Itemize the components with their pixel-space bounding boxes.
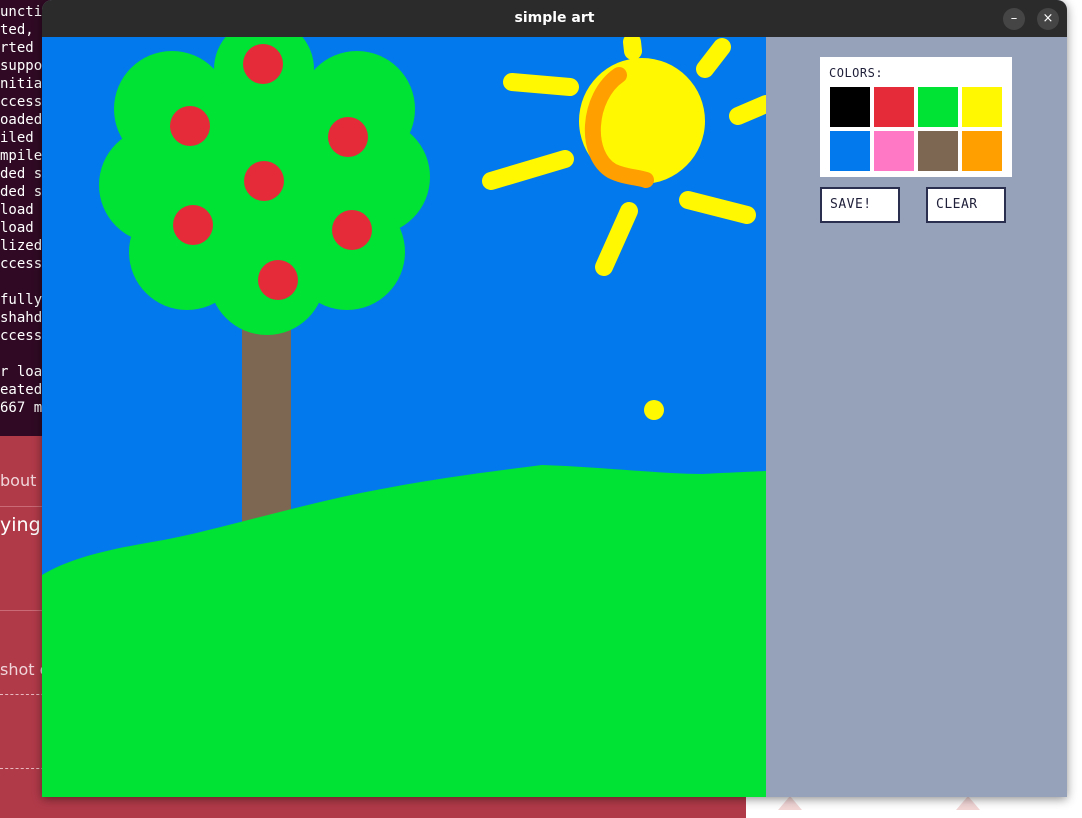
sun-ray	[503, 73, 579, 96]
window-title: simple art	[514, 10, 595, 26]
apple	[170, 106, 210, 146]
tool-panel: COLORS: SAVE! CLEAR	[766, 37, 1067, 797]
sun-ray	[623, 37, 642, 60]
tree-trunk	[242, 307, 291, 537]
clear-button-label: CLEAR	[936, 197, 978, 212]
minimize-button[interactable]: –	[1003, 8, 1025, 30]
colors-label: COLORS:	[829, 66, 884, 80]
color-swatch-brown[interactable]	[918, 131, 958, 171]
minimize-icon: –	[1010, 11, 1018, 26]
save-button-label: SAVE!	[830, 197, 872, 212]
app-window: simple art – × COLORS: SAVE! CLEAR	[42, 0, 1067, 797]
color-swatch-black[interactable]	[830, 87, 870, 127]
apple	[244, 161, 284, 201]
color-swatch-yellow[interactable]	[962, 87, 1002, 127]
color-swatch-red[interactable]	[874, 87, 914, 127]
background-shape	[956, 796, 980, 810]
apple	[173, 205, 213, 245]
apple	[332, 210, 372, 250]
color-swatch-orange[interactable]	[962, 131, 1002, 171]
title-bar[interactable]: simple art – ×	[42, 0, 1067, 37]
color-swatch-green[interactable]	[918, 87, 958, 127]
background-shape	[778, 796, 802, 810]
apple	[258, 260, 298, 300]
close-button[interactable]: ×	[1037, 8, 1059, 30]
drawing-canvas[interactable]	[42, 37, 766, 797]
paint-dot	[644, 400, 664, 420]
color-palette: COLORS:	[820, 57, 1012, 177]
clear-button[interactable]: CLEAR	[926, 187, 1006, 223]
apple	[328, 117, 368, 157]
background-about-text: bout	[0, 471, 37, 490]
save-button[interactable]: SAVE!	[820, 187, 900, 223]
close-icon: ×	[1042, 11, 1054, 26]
apple	[243, 44, 283, 84]
color-swatch-blue[interactable]	[830, 131, 870, 171]
color-swatch-pink[interactable]	[874, 131, 914, 171]
sun-ray	[729, 95, 766, 125]
